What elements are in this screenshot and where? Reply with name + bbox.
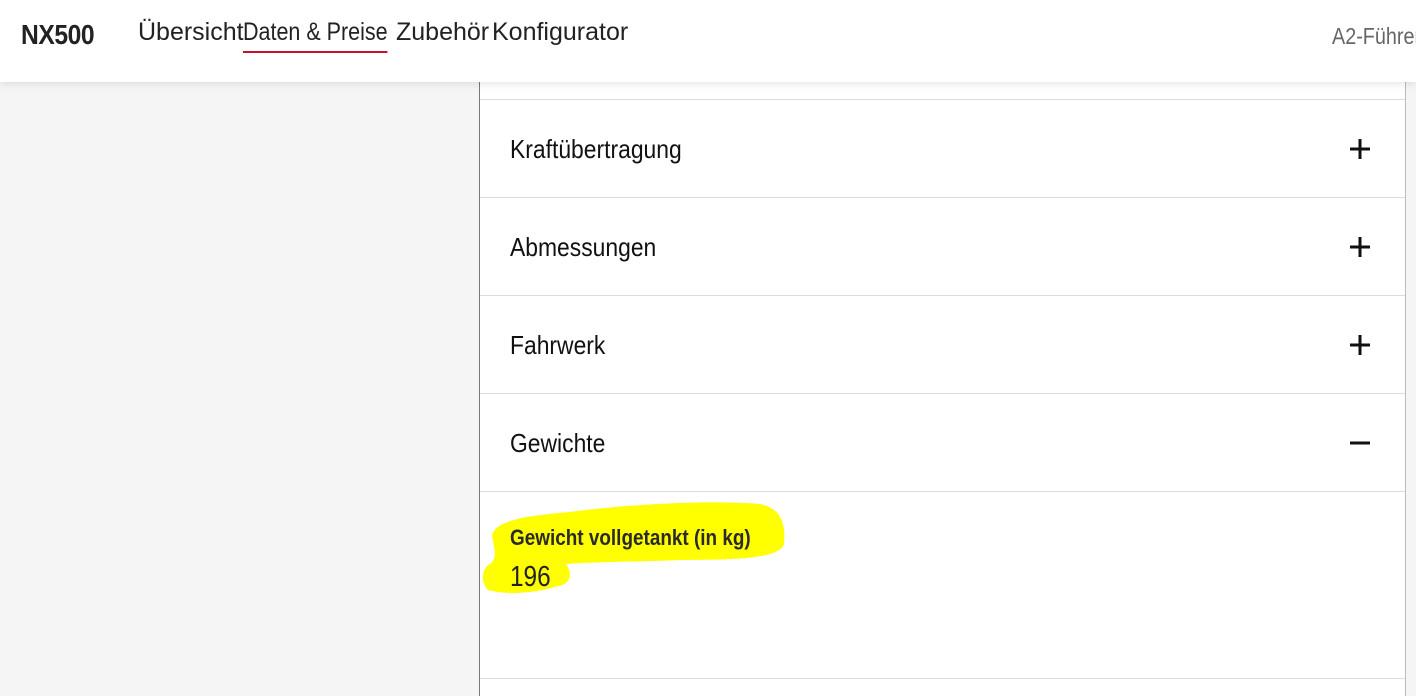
accordion-row-kraftuebertragung[interactable]: Kraftübertragung <box>480 99 1405 197</box>
spec-value-gewicht-vollgetankt: 196 <box>510 561 551 593</box>
specs-accordion-panel: Kraftübertragung Abmessungen Fahrwerk Ge… <box>479 82 1406 696</box>
plus-icon[interactable] <box>1350 137 1374 161</box>
accordion-row-fahrwerk[interactable]: Fahrwerk <box>480 295 1405 393</box>
a2-fuehrerschein-link[interactable]: A2-Führers <box>1332 23 1416 50</box>
minus-icon[interactable] <box>1350 431 1374 455</box>
nav-item-daten-preise-label[interactable]: Daten & Preise <box>243 18 388 53</box>
nav-item-zubehoer[interactable]: Zubehör <box>396 18 489 47</box>
nav-item-zubehoer-label[interactable]: Zubehör <box>396 18 489 52</box>
nav-item-uebersicht-label[interactable]: Übersicht <box>138 18 244 52</box>
top-navigation-bar: NX500 Übersicht Daten & Preise Zubehör K… <box>0 0 1416 82</box>
nav-item-konfigurator[interactable]: Konfigurator <box>492 18 628 47</box>
spec-label-gewicht-vollgetankt: Gewicht vollgetankt (in kg) <box>510 525 751 550</box>
plus-icon[interactable] <box>1350 333 1374 357</box>
brand-logo[interactable]: NX500 <box>21 19 95 51</box>
yellow-highlight-marker <box>482 502 785 593</box>
gewichte-detail-content: Gewicht vollgetankt (in kg) 196 <box>480 491 1405 679</box>
accordion-row-label: Gewichte <box>510 428 606 458</box>
plus-icon[interactable] <box>1350 235 1374 259</box>
accordion-row-label: Fahrwerk <box>510 330 606 360</box>
accordion-row-label: Abmessungen <box>510 232 657 262</box>
divider <box>480 678 1405 679</box>
accordion-row-label: Kraftübertragung <box>510 134 682 164</box>
accordion-row-abmessungen[interactable]: Abmessungen <box>480 197 1405 295</box>
accordion-row-gewichte[interactable]: Gewichte <box>480 393 1405 491</box>
nav-item-uebersicht[interactable]: Übersicht <box>138 18 244 47</box>
nav-item-daten-preise[interactable]: Daten & Preise <box>243 18 411 53</box>
nav-item-konfigurator-label[interactable]: Konfigurator <box>492 18 628 52</box>
